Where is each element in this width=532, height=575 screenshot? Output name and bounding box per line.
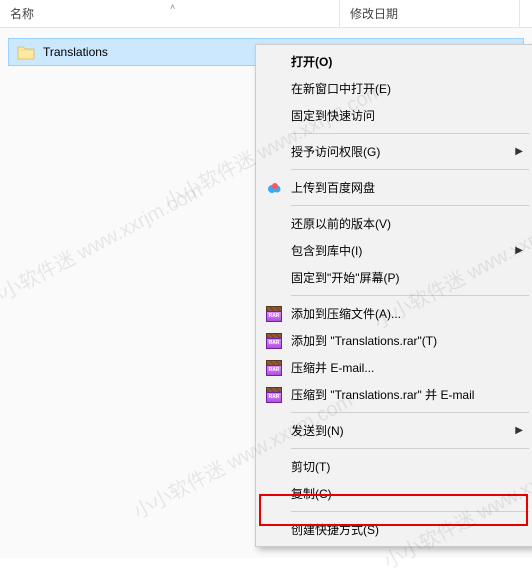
baidu-cloud-icon — [263, 178, 285, 198]
menu-restore-versions[interactable]: 还原以前的版本(V) — [259, 210, 531, 237]
menu-compress-rar-email[interactable]: RAR 压缩到 "Translations.rar" 并 E-mail — [259, 381, 531, 408]
submenu-arrow-icon: ▶ — [515, 245, 523, 256]
spacer-icon — [263, 421, 285, 441]
column-header-date[interactable]: 修改日期 — [340, 0, 520, 27]
menu-upload-baidu[interactable]: 上传到百度网盘 — [259, 174, 531, 201]
menu-separator — [291, 412, 529, 413]
spacer-icon — [263, 268, 285, 288]
submenu-arrow-icon: ▶ — [515, 146, 523, 157]
menu-separator — [291, 169, 529, 170]
sort-indicator-icon: ˄ — [170, 2, 175, 12]
context-menu: 打开(O) 在新窗口中打开(E) 固定到快速访问 授予访问权限(G) ▶ 上传到… — [255, 44, 532, 547]
menu-add-rar[interactable]: RAR 添加到 "Translations.rar"(T) — [259, 327, 531, 354]
menu-send-to[interactable]: 发送到(N) ▶ — [259, 417, 531, 444]
menu-separator — [291, 133, 529, 134]
spacer-icon — [263, 520, 285, 540]
spacer-icon — [263, 484, 285, 504]
menu-create-shortcut[interactable]: 创建快捷方式(S) — [259, 516, 531, 543]
menu-grant-access[interactable]: 授予访问权限(G) ▶ — [259, 138, 531, 165]
spacer-icon — [263, 79, 285, 99]
menu-separator — [291, 205, 529, 206]
folder-icon — [17, 45, 35, 60]
rar-icon: RAR — [263, 358, 285, 378]
menu-separator — [291, 448, 529, 449]
spacer-icon — [263, 214, 285, 234]
menu-open[interactable]: 打开(O) — [259, 48, 531, 75]
menu-cut[interactable]: 剪切(T) — [259, 453, 531, 480]
menu-pin-start[interactable]: 固定到"开始"屏幕(P) — [259, 264, 531, 291]
spacer-icon — [263, 52, 285, 72]
file-name-label: Translations — [43, 45, 108, 59]
column-header-date-label: 修改日期 — [350, 5, 398, 22]
rar-icon: RAR — [263, 385, 285, 405]
spacer-icon — [263, 142, 285, 162]
menu-add-archive[interactable]: RAR 添加到压缩文件(A)... — [259, 300, 531, 327]
column-header-name-label: 名称 — [10, 5, 34, 22]
spacer-icon — [263, 241, 285, 261]
menu-include-library[interactable]: 包含到库中(I) ▶ — [259, 237, 531, 264]
menu-pin-quick-access[interactable]: 固定到快速访问 — [259, 102, 531, 129]
menu-separator — [291, 295, 529, 296]
menu-copy[interactable]: 复制(C) — [259, 480, 531, 507]
rar-icon: RAR — [263, 331, 285, 351]
menu-compress-email[interactable]: RAR 压缩并 E-mail... — [259, 354, 531, 381]
submenu-arrow-icon: ▶ — [515, 425, 523, 436]
spacer-icon — [263, 106, 285, 126]
menu-open-new-window[interactable]: 在新窗口中打开(E) — [259, 75, 531, 102]
spacer-icon — [263, 457, 285, 477]
column-header-row: 名称 ˄ 修改日期 — [0, 0, 532, 28]
menu-separator — [291, 511, 529, 512]
rar-icon: RAR — [263, 304, 285, 324]
